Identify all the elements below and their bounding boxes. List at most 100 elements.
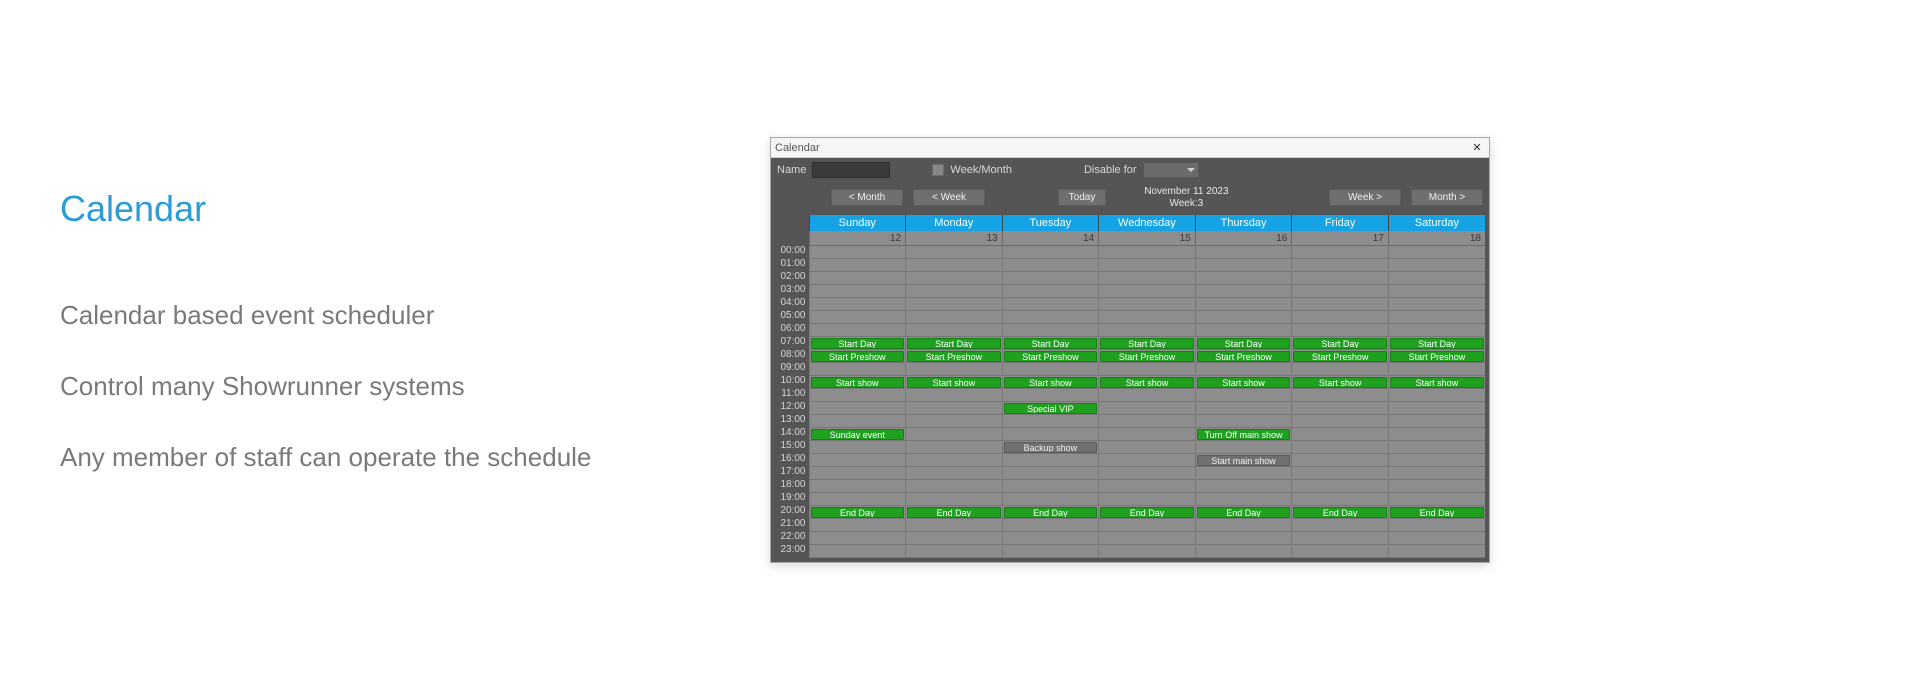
calendar-cell[interactable] (1388, 479, 1485, 492)
calendar-event[interactable]: Start Day (1390, 338, 1484, 349)
calendar-cell[interactable]: Start show (906, 375, 1003, 388)
calendar-cell[interactable] (1195, 414, 1292, 427)
calendar-event[interactable]: End Day (811, 507, 905, 518)
calendar-cell[interactable]: Start Preshow (1195, 349, 1292, 362)
calendar-cell[interactable] (1388, 388, 1485, 401)
calendar-cell[interactable] (1195, 310, 1292, 323)
calendar-cell[interactable] (1292, 479, 1389, 492)
calendar-cell[interactable] (1388, 492, 1485, 505)
calendar-cell[interactable] (1099, 245, 1196, 258)
date-number-cell[interactable]: 12 (809, 231, 906, 245)
calendar-cell[interactable] (906, 297, 1003, 310)
calendar-event[interactable]: End Day (1004, 507, 1098, 518)
calendar-cell[interactable] (1292, 323, 1389, 336)
day-header[interactable]: Sunday (809, 215, 906, 231)
calendar-cell[interactable] (906, 388, 1003, 401)
calendar-cell[interactable] (1099, 284, 1196, 297)
calendar-cell[interactable] (1388, 310, 1485, 323)
calendar-cell[interactable] (1099, 323, 1196, 336)
date-number-cell[interactable]: 17 (1292, 231, 1389, 245)
calendar-cell[interactable]: Start Day (1099, 336, 1196, 349)
calendar-cell[interactable] (1388, 258, 1485, 271)
calendar-event[interactable]: End Day (907, 507, 1001, 518)
calendar-cell[interactable] (1388, 414, 1485, 427)
calendar-cell[interactable] (1099, 310, 1196, 323)
next-week-button[interactable]: Week > (1329, 189, 1401, 206)
day-header[interactable]: Monday (906, 215, 1003, 231)
calendar-cell[interactable] (1002, 479, 1099, 492)
calendar-event[interactable]: Start show (1197, 377, 1291, 388)
calendar-cell[interactable] (1195, 531, 1292, 544)
day-header[interactable]: Tuesday (1002, 215, 1099, 231)
calendar-cell[interactable] (1002, 258, 1099, 271)
calendar-cell[interactable] (906, 492, 1003, 505)
calendar-event[interactable]: Start show (907, 377, 1001, 388)
day-header[interactable]: Friday (1292, 215, 1389, 231)
calendar-cell[interactable] (906, 544, 1003, 557)
calendar-cell[interactable]: Start show (1002, 375, 1099, 388)
calendar-cell[interactable] (1195, 401, 1292, 414)
calendar-cell[interactable] (1002, 414, 1099, 427)
calendar-cell[interactable] (1099, 297, 1196, 310)
calendar-cell[interactable]: Start show (1388, 375, 1485, 388)
calendar-cell[interactable]: End Day (906, 505, 1003, 518)
day-header[interactable]: Wednesday (1099, 215, 1196, 231)
calendar-cell[interactable] (1195, 518, 1292, 531)
calendar-cell[interactable] (906, 518, 1003, 531)
calendar-cell[interactable] (1388, 544, 1485, 557)
calendar-cell[interactable] (809, 271, 906, 284)
calendar-cell[interactable]: Sunday event (809, 427, 906, 440)
calendar-cell[interactable] (1002, 323, 1099, 336)
calendar-cell[interactable] (1002, 362, 1099, 375)
calendar-event[interactable]: Start Day (907, 338, 1001, 349)
calendar-cell[interactable] (1292, 492, 1389, 505)
calendar-cell[interactable]: Start show (809, 375, 906, 388)
calendar-cell[interactable] (1099, 466, 1196, 479)
calendar-cell[interactable]: Start Preshow (1388, 349, 1485, 362)
calendar-cell[interactable] (1195, 258, 1292, 271)
prev-month-button[interactable]: < Month (831, 189, 903, 206)
calendar-cell[interactable] (906, 427, 1003, 440)
calendar-event[interactable]: Start Day (1100, 338, 1194, 349)
calendar-cell[interactable] (906, 323, 1003, 336)
calendar-event[interactable]: Special VIP (1004, 403, 1098, 414)
calendar-cell[interactable] (1002, 271, 1099, 284)
calendar-cell[interactable] (1388, 531, 1485, 544)
today-button[interactable]: Today (1058, 189, 1107, 206)
calendar-cell[interactable] (1002, 245, 1099, 258)
calendar-cell[interactable] (1195, 271, 1292, 284)
calendar-event[interactable]: Turn Off main show (1197, 429, 1291, 440)
close-button[interactable]: ✕ (1469, 140, 1485, 156)
calendar-cell[interactable] (1195, 466, 1292, 479)
calendar-cell[interactable] (1002, 544, 1099, 557)
calendar-cell[interactable] (809, 388, 906, 401)
calendar-cell[interactable] (809, 440, 906, 453)
calendar-cell[interactable] (1292, 310, 1389, 323)
calendar-cell[interactable] (1388, 362, 1485, 375)
calendar-cell[interactable] (906, 271, 1003, 284)
calendar-event[interactable]: Start Preshow (1390, 351, 1484, 362)
calendar-cell[interactable] (1002, 492, 1099, 505)
calendar-cell[interactable] (1388, 518, 1485, 531)
calendar-cell[interactable]: Start Preshow (906, 349, 1003, 362)
calendar-cell[interactable] (906, 362, 1003, 375)
calendar-cell[interactable]: End Day (1195, 505, 1292, 518)
calendar-cell[interactable]: End Day (1388, 505, 1485, 518)
calendar-cell[interactable]: Start Day (1195, 336, 1292, 349)
calendar-cell[interactable] (1388, 440, 1485, 453)
calendar-cell[interactable] (809, 414, 906, 427)
calendar-cell[interactable] (906, 310, 1003, 323)
calendar-cell[interactable]: End Day (1292, 505, 1389, 518)
date-number-cell[interactable]: 16 (1195, 231, 1292, 245)
calendar-cell[interactable] (1292, 245, 1389, 258)
calendar-cell[interactable] (809, 297, 906, 310)
calendar-cell[interactable] (1099, 427, 1196, 440)
calendar-cell[interactable] (1388, 323, 1485, 336)
calendar-cell[interactable] (809, 362, 906, 375)
calendar-cell[interactable] (809, 544, 906, 557)
calendar-cell[interactable] (809, 284, 906, 297)
calendar-cell[interactable] (1195, 479, 1292, 492)
calendar-cell[interactable] (906, 453, 1003, 466)
calendar-event[interactable]: Start Preshow (1004, 351, 1098, 362)
calendar-cell[interactable] (1099, 492, 1196, 505)
